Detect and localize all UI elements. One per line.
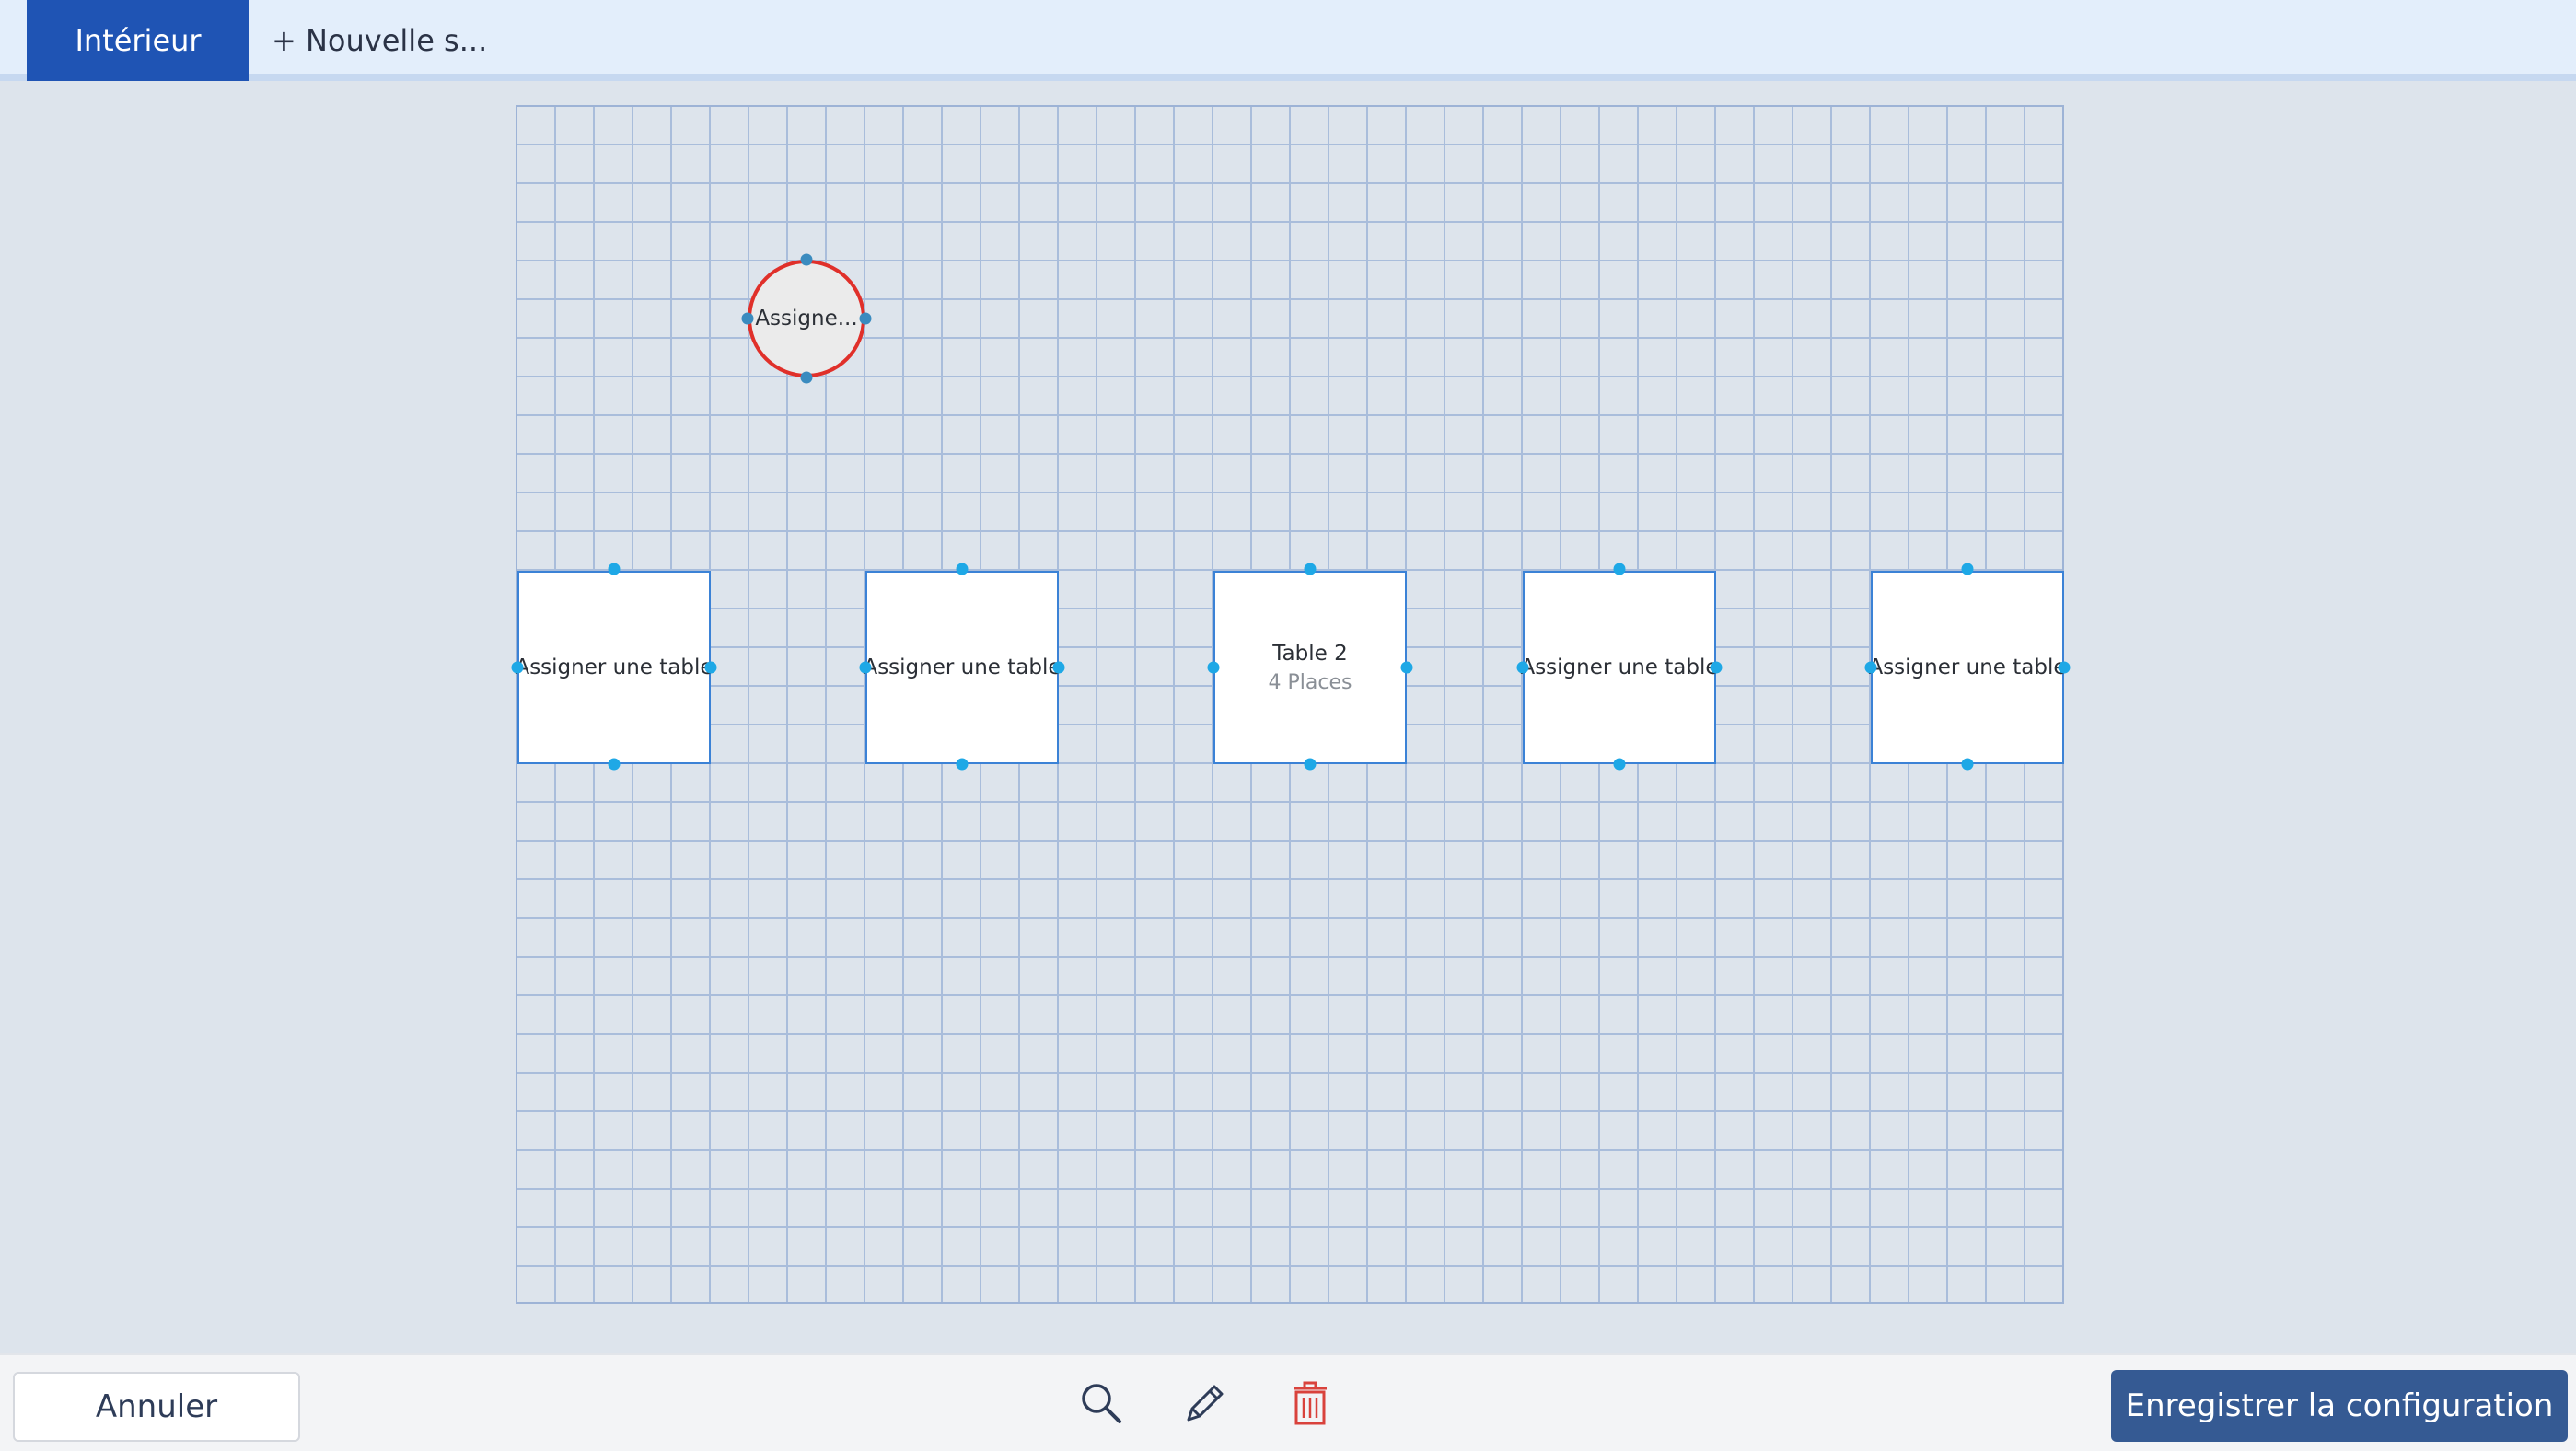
resize-handle[interactable] [1207, 661, 1220, 674]
search-icon[interactable] [1075, 1377, 1127, 1429]
resize-handle[interactable] [1961, 563, 1974, 575]
resize-handle[interactable] [608, 758, 621, 771]
table-label: Assigner une table [1520, 656, 1719, 679]
table-label: Assigner une table [1868, 656, 2067, 679]
resize-handle[interactable] [859, 312, 872, 325]
table-seats: 4 Places [1268, 670, 1352, 694]
resize-handle[interactable] [511, 661, 524, 674]
square-table[interactable]: Assigner une table [1868, 571, 2067, 764]
resize-handle[interactable] [800, 371, 813, 384]
resize-handle[interactable] [1304, 758, 1317, 771]
resize-handle[interactable] [1613, 563, 1626, 575]
square-table[interactable]: Assigner une table [1520, 571, 1719, 764]
tab-new-section[interactable]: + Nouvelle s... [272, 0, 487, 81]
resize-handle[interactable] [1864, 661, 1877, 674]
resize-handle[interactable] [800, 253, 813, 266]
save-configuration-button[interactable]: Enregistrer la configuration [2111, 1370, 2568, 1442]
table-label: Table 2 [1272, 641, 1348, 666]
resize-handle[interactable] [859, 661, 872, 674]
table-label: Assigner une table [515, 656, 714, 679]
resize-handle[interactable] [1304, 563, 1317, 575]
resize-handle[interactable] [741, 312, 754, 325]
resize-handle[interactable] [1516, 661, 1529, 674]
square-table[interactable]: Assigner une table [863, 571, 1062, 764]
table-label: Assigner une table [863, 656, 1062, 679]
pencil-icon[interactable] [1179, 1377, 1231, 1429]
resize-handle[interactable] [1400, 661, 1413, 674]
resize-handle[interactable] [608, 563, 621, 575]
resize-handle[interactable] [1710, 661, 1723, 674]
round-table-selected[interactable]: Assigne... [748, 260, 865, 377]
footer-toolbar: Annuler Enregistrer la configuration [0, 1353, 2576, 1451]
resize-handle[interactable] [956, 758, 969, 771]
floor-plan-grid[interactable]: Assigne... Assigner une table Assigner u… [511, 105, 2071, 1304]
resize-handle[interactable] [1961, 758, 1974, 771]
table-label: Assigne... [755, 307, 858, 331]
tab-interieur[interactable]: Intérieur [27, 0, 249, 81]
trash-icon[interactable] [1284, 1377, 1336, 1429]
cancel-button[interactable]: Annuler [13, 1372, 300, 1442]
square-table[interactable]: Assigner une table [515, 571, 714, 764]
resize-handle[interactable] [2058, 661, 2071, 674]
resize-handle[interactable] [1052, 661, 1065, 674]
square-table-2[interactable]: Table 2 4 Places [1213, 571, 1407, 764]
resize-handle[interactable] [704, 661, 717, 674]
resize-handle[interactable] [956, 563, 969, 575]
resize-handle[interactable] [1613, 758, 1626, 771]
section-tab-bar: Intérieur + Nouvelle s... [0, 0, 2576, 81]
